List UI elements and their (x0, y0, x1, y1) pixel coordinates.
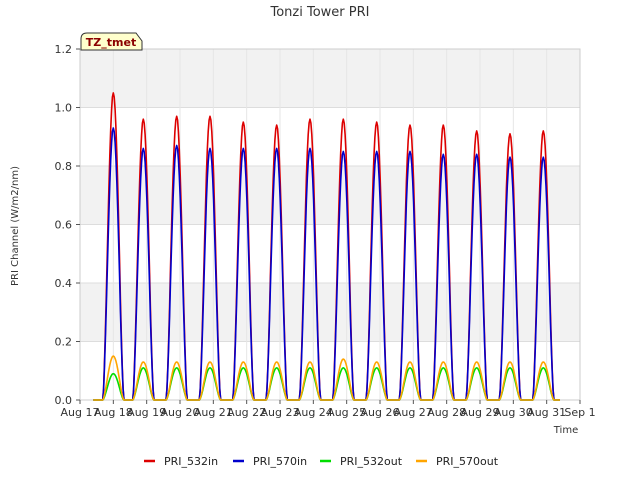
y-tick-label: 1.2 (55, 43, 73, 56)
x-tick-label: Sep 1 (564, 406, 595, 419)
y-tick-label: 1.0 (55, 102, 73, 115)
annotation-box: TZ_tmet (80, 32, 143, 51)
y-tick-label: 0.2 (55, 336, 73, 349)
y-axis: 0.0 0.2 0.4 0.6 0.8 1.0 1.2 (55, 43, 80, 407)
y-tick-label: 0.8 (55, 160, 73, 173)
legend-item-label: PRI_532in (164, 455, 218, 468)
annotation-label: TZ_tmet (86, 36, 136, 49)
legend: PRI_532in PRI_570in PRI_532out PRI_570out (144, 455, 499, 468)
background-band (80, 341, 580, 400)
y-axis-label: PRI Channel (W/m2/nm) (10, 166, 21, 286)
legend-item-label: PRI_532out (340, 455, 403, 468)
legend-item-label: PRI_570in (253, 455, 307, 468)
legend-item-label: PRI_570out (436, 455, 499, 468)
x-tick-label: Aug 31 (527, 406, 566, 419)
background-band (80, 283, 580, 342)
y-tick-label: 0.4 (55, 277, 73, 290)
x-axis: Aug 17Aug 18Aug 19Aug 20Aug 21Aug 22Aug … (61, 400, 596, 419)
x-axis-label: Time (553, 425, 578, 436)
y-tick-label: 0.0 (55, 394, 73, 407)
chart: Aug 17Aug 18Aug 19Aug 20Aug 21Aug 22Aug … (10, 5, 596, 468)
chart-title: Tonzi Tower PRI (270, 5, 370, 20)
y-tick-label: 0.6 (55, 219, 73, 232)
background-band (80, 107, 580, 166)
background-band (80, 49, 580, 108)
